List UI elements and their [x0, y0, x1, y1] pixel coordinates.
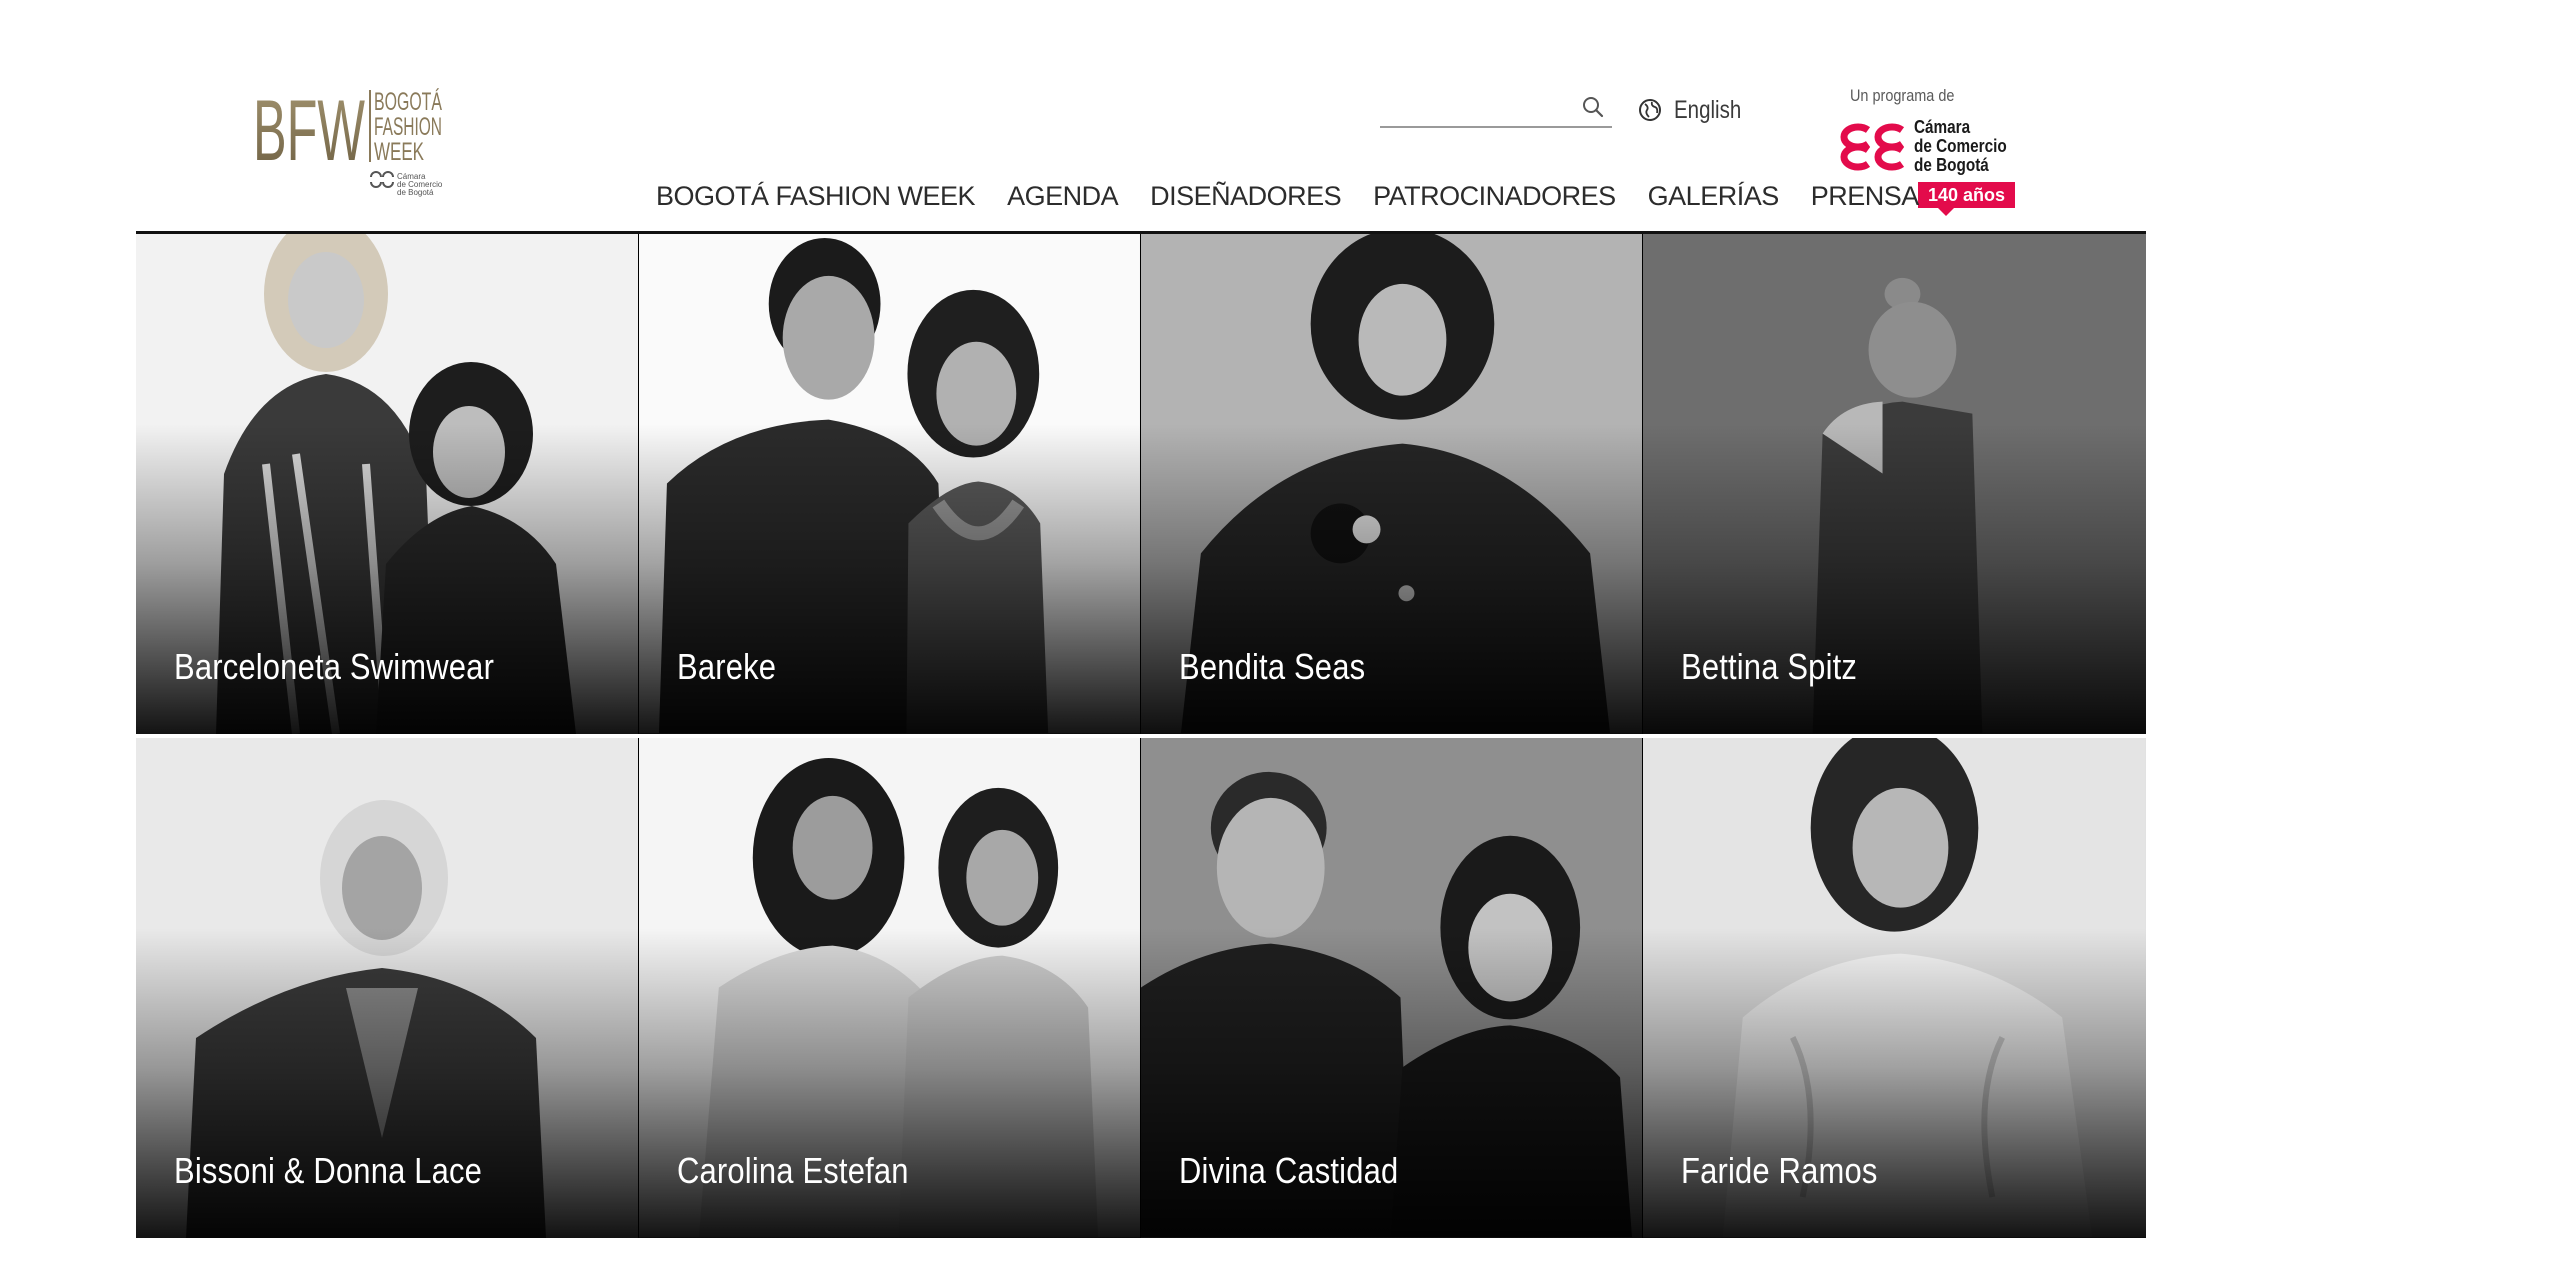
sponsor-name-line: Cámara [1914, 117, 1971, 137]
sponsor-name-line: de Comercio [1914, 136, 2007, 156]
sponsor-name-line: de Bogotá [1914, 155, 1989, 175]
search-box [1380, 88, 1612, 128]
sponsor-name: Cámara de Comercio de Bogotá [1914, 118, 2007, 175]
language-switch[interactable]: English [1638, 94, 1756, 126]
sponsor-intro: Un programa de [1850, 86, 1955, 105]
logo-line3: WEEK [374, 138, 424, 166]
bfw-logo[interactable]: BFW BOGOTÁ FASHION WEEK Cámara de Comerc… [253, 86, 445, 204]
nav-agenda[interactable]: AGENDA [1007, 178, 1119, 214]
bfw-logo-mark: BFW BOGOTÁ FASHION WEEK Cámara de Comerc… [253, 86, 443, 197]
designer-name: Bareke [677, 646, 777, 687]
language-label: English [1674, 95, 1742, 124]
ccb-small-mark: Cámara de Comercio de Bogotá [370, 171, 443, 197]
designer-name: Carolina Estefan [677, 1150, 909, 1191]
designer-name: Faride Ramos [1681, 1150, 1878, 1191]
designer-card-divina-castidad[interactable]: Divina Castidad [1140, 738, 1642, 1238]
search-icon[interactable] [1580, 94, 1606, 120]
designer-name: Divina Castidad [1179, 1150, 1399, 1191]
designer-name: Bettina Spitz [1681, 646, 1858, 687]
designer-name: Barceloneta Swimwear [174, 646, 495, 687]
designer-card-bettina-spitz[interactable]: Bettina Spitz [1642, 234, 2146, 734]
designer-name: Bendita Seas [1179, 646, 1366, 687]
designer-card-faride-ramos[interactable]: Faride Ramos [1642, 738, 2146, 1238]
logo-small3: de Bogotá [397, 188, 434, 197]
designer-card-bissoni-donna-lace[interactable]: Bissoni & Donna Lace [136, 738, 638, 1238]
nav-prensa[interactable]: PRENSA [1811, 178, 1920, 214]
nav-patrocinadores[interactable]: PATROCINADORES [1373, 178, 1616, 214]
designer-card-carolina-estefan[interactable]: Carolina Estefan [638, 738, 1140, 1238]
nav-disenadores[interactable]: DISEÑADORES [1150, 178, 1342, 214]
ccb-mark-icon [1840, 123, 1905, 171]
designers-grid: Barceloneta Swimwear Bareke Bendita Seas [136, 234, 2146, 1238]
designer-card-bareke[interactable]: Bareke [638, 234, 1140, 734]
designer-card-barceloneta-swimwear[interactable]: Barceloneta Swimwear [136, 234, 638, 734]
designer-card-bendita-seas[interactable]: Bendita Seas [1140, 234, 1642, 734]
nav-galerias[interactable]: GALERÍAS [1648, 178, 1780, 214]
logo-line2: FASHION [374, 113, 442, 141]
logo-line1: BOGOTÁ [374, 87, 442, 116]
globe-icon [1639, 99, 1661, 121]
search-input[interactable] [1380, 88, 1578, 122]
main-nav: BOGOTÁ FASHION WEEK AGENDA DISEÑADORES P… [656, 178, 1951, 214]
nav-bogota-fashion-week[interactable]: BOGOTÁ FASHION WEEK [656, 178, 976, 214]
logo-letters: BFW [253, 86, 365, 179]
designer-name: Bissoni & Donna Lace [174, 1150, 483, 1191]
